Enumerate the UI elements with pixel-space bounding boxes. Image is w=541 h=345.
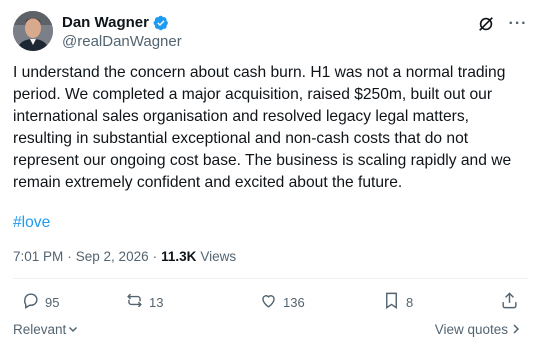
tweet-header: Dan Wagner @realDanWagner ··· — [13, 11, 528, 51]
reply-count: 95 — [45, 294, 60, 310]
meta-separator: · — [67, 249, 72, 264]
grok-icon[interactable] — [476, 14, 496, 34]
view-quotes-label: View quotes — [434, 322, 508, 337]
action-bar: 95 13 136 8 — [13, 291, 528, 313]
tweet-meta: 7:01 PM · Sep 2, 2026 · 11.3K Views — [13, 248, 236, 266]
views-count: 11.3K — [161, 249, 197, 264]
repost-count: 13 — [149, 294, 164, 310]
verified-badge-icon — [153, 15, 169, 31]
bookmark-count: 8 — [406, 294, 414, 310]
share-button[interactable] — [500, 291, 519, 313]
repost-button[interactable]: 13 — [125, 291, 163, 313]
top-actions: ··· — [476, 14, 528, 34]
bookmark-icon — [382, 291, 401, 313]
like-button[interactable]: 136 — [259, 291, 305, 313]
bookmark-button[interactable]: 8 — [382, 291, 413, 313]
views-label: Views — [200, 249, 237, 264]
chevron-right-icon — [512, 322, 520, 337]
avatar[interactable] — [13, 11, 53, 51]
hashtag-link[interactable]: #love — [13, 212, 50, 234]
heart-icon — [259, 291, 278, 313]
relevant-label: Relevant — [13, 322, 67, 337]
display-name[interactable]: Dan Wagner — [62, 14, 149, 32]
tweet-time[interactable]: 7:01 PM — [13, 248, 63, 266]
user-handle[interactable]: @realDanWagner — [62, 33, 182, 51]
reply-icon — [21, 291, 40, 313]
share-icon — [500, 291, 519, 313]
reply-button[interactable]: 95 — [21, 291, 59, 313]
view-quotes-link[interactable]: View quotes — [435, 322, 520, 337]
chevron-down-icon — [68, 322, 78, 337]
divider — [13, 278, 528, 279]
relevant-sort-dropdown[interactable]: Relevant — [13, 322, 78, 337]
tweet-date[interactable]: Sep 2, 2026 — [76, 248, 149, 266]
meta-separator: · — [152, 249, 158, 264]
tweet-footer: Relevant View quotes — [13, 322, 528, 340]
name-row: Dan Wagner — [62, 14, 169, 32]
tweet-text: I understand the concern about cash burn… — [13, 64, 512, 191]
like-count: 136 — [283, 294, 305, 310]
more-options-icon[interactable]: ··· — [508, 14, 528, 34]
repost-icon — [125, 291, 144, 313]
